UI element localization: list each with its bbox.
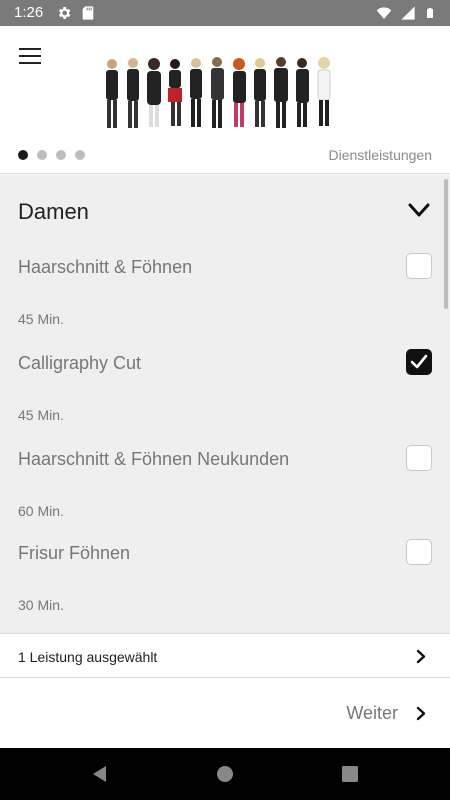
service-item[interactable]: Frisur Föhnen 30 Min. xyxy=(0,533,450,629)
carousel-dot[interactable] xyxy=(56,150,66,160)
service-checkbox[interactable] xyxy=(406,349,432,375)
back-icon[interactable] xyxy=(90,764,110,784)
home-icon[interactable] xyxy=(215,764,235,784)
hamburger-line xyxy=(19,48,41,50)
service-duration: 45 Min. xyxy=(18,407,64,423)
signal-icon xyxy=(401,6,415,20)
gear-icon xyxy=(58,7,71,19)
category-title: Damen xyxy=(18,199,89,224)
status-time: 1:26 xyxy=(14,4,44,21)
service-item[interactable]: Haarschnitt & Föhnen Neukunden 60 Min. xyxy=(0,439,450,535)
service-item[interactable]: Calligraphy Cut 45 Min. xyxy=(0,343,450,439)
header: Dienstleistungen xyxy=(0,26,450,174)
team-photo-banner[interactable] xyxy=(100,54,352,136)
hamburger-line xyxy=(19,55,41,57)
category-header-damen[interactable]: Damen xyxy=(0,175,450,247)
service-checkbox[interactable] xyxy=(406,253,432,279)
service-duration: 60 Min. xyxy=(18,503,64,519)
service-name: Haarschnitt & Föhnen xyxy=(18,257,193,277)
wifi-icon xyxy=(376,7,392,19)
service-name: Haarschnitt & Föhnen Neukunden xyxy=(18,449,290,469)
team-photo xyxy=(106,57,331,128)
menu-button[interactable] xyxy=(14,42,46,70)
chevron-down-icon[interactable] xyxy=(408,202,430,218)
carousel-dot[interactable] xyxy=(75,150,85,160)
service-list[interactable]: Damen Haarschnitt & Föhnen 45 Min. Calli… xyxy=(0,175,450,633)
system-navigation-bar xyxy=(0,748,450,800)
selection-summary: 1 Leistung ausgewählt xyxy=(18,649,158,665)
carousel-dots xyxy=(18,150,85,160)
status-bar: 1:26 xyxy=(0,0,450,26)
next-label: Weiter xyxy=(346,703,398,723)
selection-summary-bar[interactable]: 1 Leistung ausgewählt xyxy=(0,633,450,678)
hamburger-line xyxy=(19,62,41,64)
footer-actions: Weiter xyxy=(0,678,450,748)
service-checkbox[interactable] xyxy=(406,445,432,471)
service-name: Calligraphy Cut xyxy=(18,353,142,373)
carousel-dot[interactable] xyxy=(18,150,28,160)
service-name: Frisur Föhnen xyxy=(18,543,131,563)
sd-card-icon xyxy=(82,6,94,20)
recents-icon[interactable] xyxy=(340,764,360,784)
chevron-right-icon xyxy=(416,649,426,664)
service-item[interactable]: Haarschnitt & Föhnen 45 Min. xyxy=(0,247,450,343)
battery-icon xyxy=(427,8,433,18)
chevron-right-icon xyxy=(416,706,426,721)
service-checkbox[interactable] xyxy=(406,539,432,565)
carousel-dot[interactable] xyxy=(37,150,47,160)
service-duration: 30 Min. xyxy=(18,597,64,613)
checkmark-icon xyxy=(410,354,428,369)
page-caption: Dienstleistungen xyxy=(328,147,432,163)
service-duration: 45 Min. xyxy=(18,311,64,327)
next-button[interactable]: Weiter xyxy=(310,678,450,748)
